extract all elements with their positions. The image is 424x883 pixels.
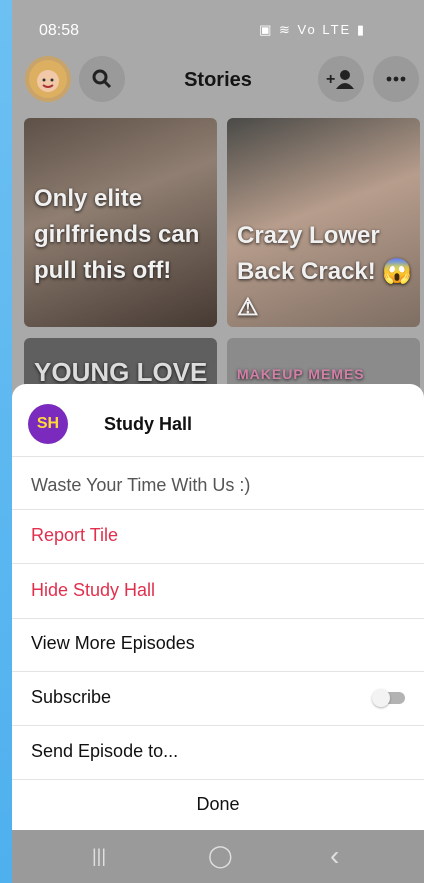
done-button[interactable]: Done	[12, 780, 424, 830]
view-more-label: View More Episodes	[31, 633, 195, 653]
status-icons: ▣ ≋ Vo LTE ▮	[259, 22, 366, 37]
tagline: Waste Your Time With Us :)	[31, 475, 251, 495]
add-friend-icon: +	[326, 70, 354, 89]
subscribe-item[interactable]: Subscribe	[12, 671, 424, 726]
add-friend-button[interactable]: +	[318, 56, 364, 102]
send-episode-label: Send Episode to...	[31, 741, 179, 761]
view-more-episodes-item[interactable]: View More Episodes	[12, 617, 424, 672]
story-tile-1-caption: Only elite girlfriends can pull this off…	[34, 185, 200, 284]
hide-channel-label: Hide Study Hall	[31, 580, 156, 600]
subscribe-toggle[interactable]	[372, 689, 405, 707]
phone-screen: 08:58 ▣ ≋ Vo LTE ▮ Stories + Only elite …	[12, 0, 424, 883]
send-episode-item[interactable]: Send Episode to...	[12, 725, 424, 780]
status-time: 08:58	[39, 22, 80, 39]
subscribe-label: Subscribe	[31, 687, 112, 707]
tagline-row: Waste Your Time With Us :)	[12, 456, 424, 510]
hide-channel-item[interactable]: Hide Study Hall	[12, 564, 424, 619]
nav-bar: ||| ◯ ‹	[12, 830, 424, 883]
home-button[interactable]: ◯	[208, 843, 233, 869]
action-sheet: SH Study Hall Waste Your Time With Us :)…	[12, 384, 424, 830]
report-tile-item[interactable]: Report Tile	[12, 509, 424, 564]
svg-text:+: +	[326, 71, 335, 88]
story-tile-2-caption: Crazy Lower Back Crack! 😱⚠	[237, 222, 413, 321]
header: Stories +	[12, 54, 424, 106]
story-tile-1[interactable]: Only elite girlfriends can pull this off…	[24, 118, 217, 327]
report-tile-label: Report Tile	[31, 525, 119, 545]
story-tile-2[interactable]: Crazy Lower Back Crack! 😱⚠	[227, 118, 420, 327]
more-button[interactable]	[373, 56, 419, 102]
done-label: Done	[196, 794, 240, 814]
more-icon	[386, 76, 406, 82]
back-button[interactable]: ‹	[330, 840, 339, 872]
recents-button[interactable]: |||	[92, 846, 106, 867]
channel-logo: SH	[28, 404, 68, 444]
toggle-knob	[372, 689, 390, 707]
left-border	[0, 0, 12, 883]
channel-name: Study Hall	[104, 414, 193, 434]
status-bar: 08:58 ▣ ≋ Vo LTE ▮	[12, 0, 424, 50]
